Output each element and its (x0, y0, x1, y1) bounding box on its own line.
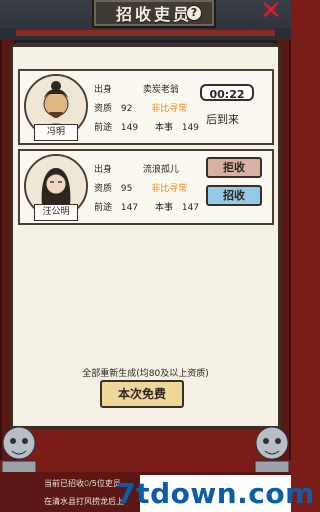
page-title: 招收吏员 (115, 5, 192, 24)
origin-row: 出身 卖炭老翁 (94, 82, 179, 95)
aptitude-label: 资质 (94, 184, 113, 194)
prospect-value: 149 (120, 123, 139, 133)
reject-button[interactable]: 拒收 (206, 157, 262, 178)
origin-value: 卖炭老翁 (142, 85, 179, 95)
watermark: 7tdown.com (116, 475, 314, 512)
lion-statue-icon (254, 426, 290, 479)
regen-text: 全部重新生成(均80及以上资质) (82, 369, 209, 379)
recruit-button[interactable]: 招收 (206, 185, 262, 206)
origin-label: 出身 (94, 165, 113, 175)
skill-value: 147 (181, 203, 200, 213)
prospect-label: 前途 (94, 203, 113, 213)
aptitude-rank: 非比寻常 (151, 184, 188, 194)
roof-stripe (0, 30, 291, 36)
prospect-value: 147 (120, 203, 139, 213)
status-message: 在清水县打风捞龙后上 (44, 497, 124, 506)
origin-row: 出身 流浪孤儿 (94, 162, 179, 175)
free-regenerate-button[interactable]: 本次免费 (100, 380, 184, 408)
aptitude-value: 92 (120, 104, 133, 114)
candidate-card: 汪公明 出身 流浪孤儿 资质 95 非比寻常 前途 147 本事 147 拒收 … (18, 149, 274, 225)
candidate-name: 汪公明 (34, 204, 78, 221)
skill-label: 本事 (154, 203, 173, 213)
candidate-name: 冯明 (34, 124, 78, 141)
arrival-timer: 00:22 (200, 84, 254, 101)
origin-value: 流浪孤儿 (142, 165, 179, 175)
aptitude-label: 资质 (94, 104, 113, 114)
prospect-row: 前途 147 本事 147 (94, 200, 199, 213)
recruit-count-prefix: 当前已招收 (44, 479, 84, 488)
recruit-count: 当前已招收0/5位吏员 (44, 478, 121, 489)
candidate-card: 冯明 出身 卖炭老翁 资质 92 非比寻常 前途 149 本事 149 00:2… (18, 69, 274, 145)
watermark-text: 7tdown.com (116, 477, 315, 510)
aptitude-value: 95 (120, 184, 133, 194)
aptitude-row: 资质 92 非比寻常 (94, 101, 187, 114)
prospect-row: 前途 149 本事 149 (94, 120, 199, 133)
lion-statue-icon (1, 426, 37, 479)
aptitude-row: 资质 95 非比寻常 (94, 181, 187, 194)
skill-label: 本事 (154, 123, 173, 133)
help-icon[interactable]: ? (186, 5, 202, 21)
later-label: 后到来 (206, 113, 239, 126)
prospect-label: 前途 (94, 123, 113, 133)
origin-label: 出身 (94, 85, 113, 95)
aptitude-rank: 非比寻常 (151, 104, 188, 114)
close-icon[interactable]: ✕ (258, 0, 284, 26)
skill-value: 149 (181, 123, 200, 133)
